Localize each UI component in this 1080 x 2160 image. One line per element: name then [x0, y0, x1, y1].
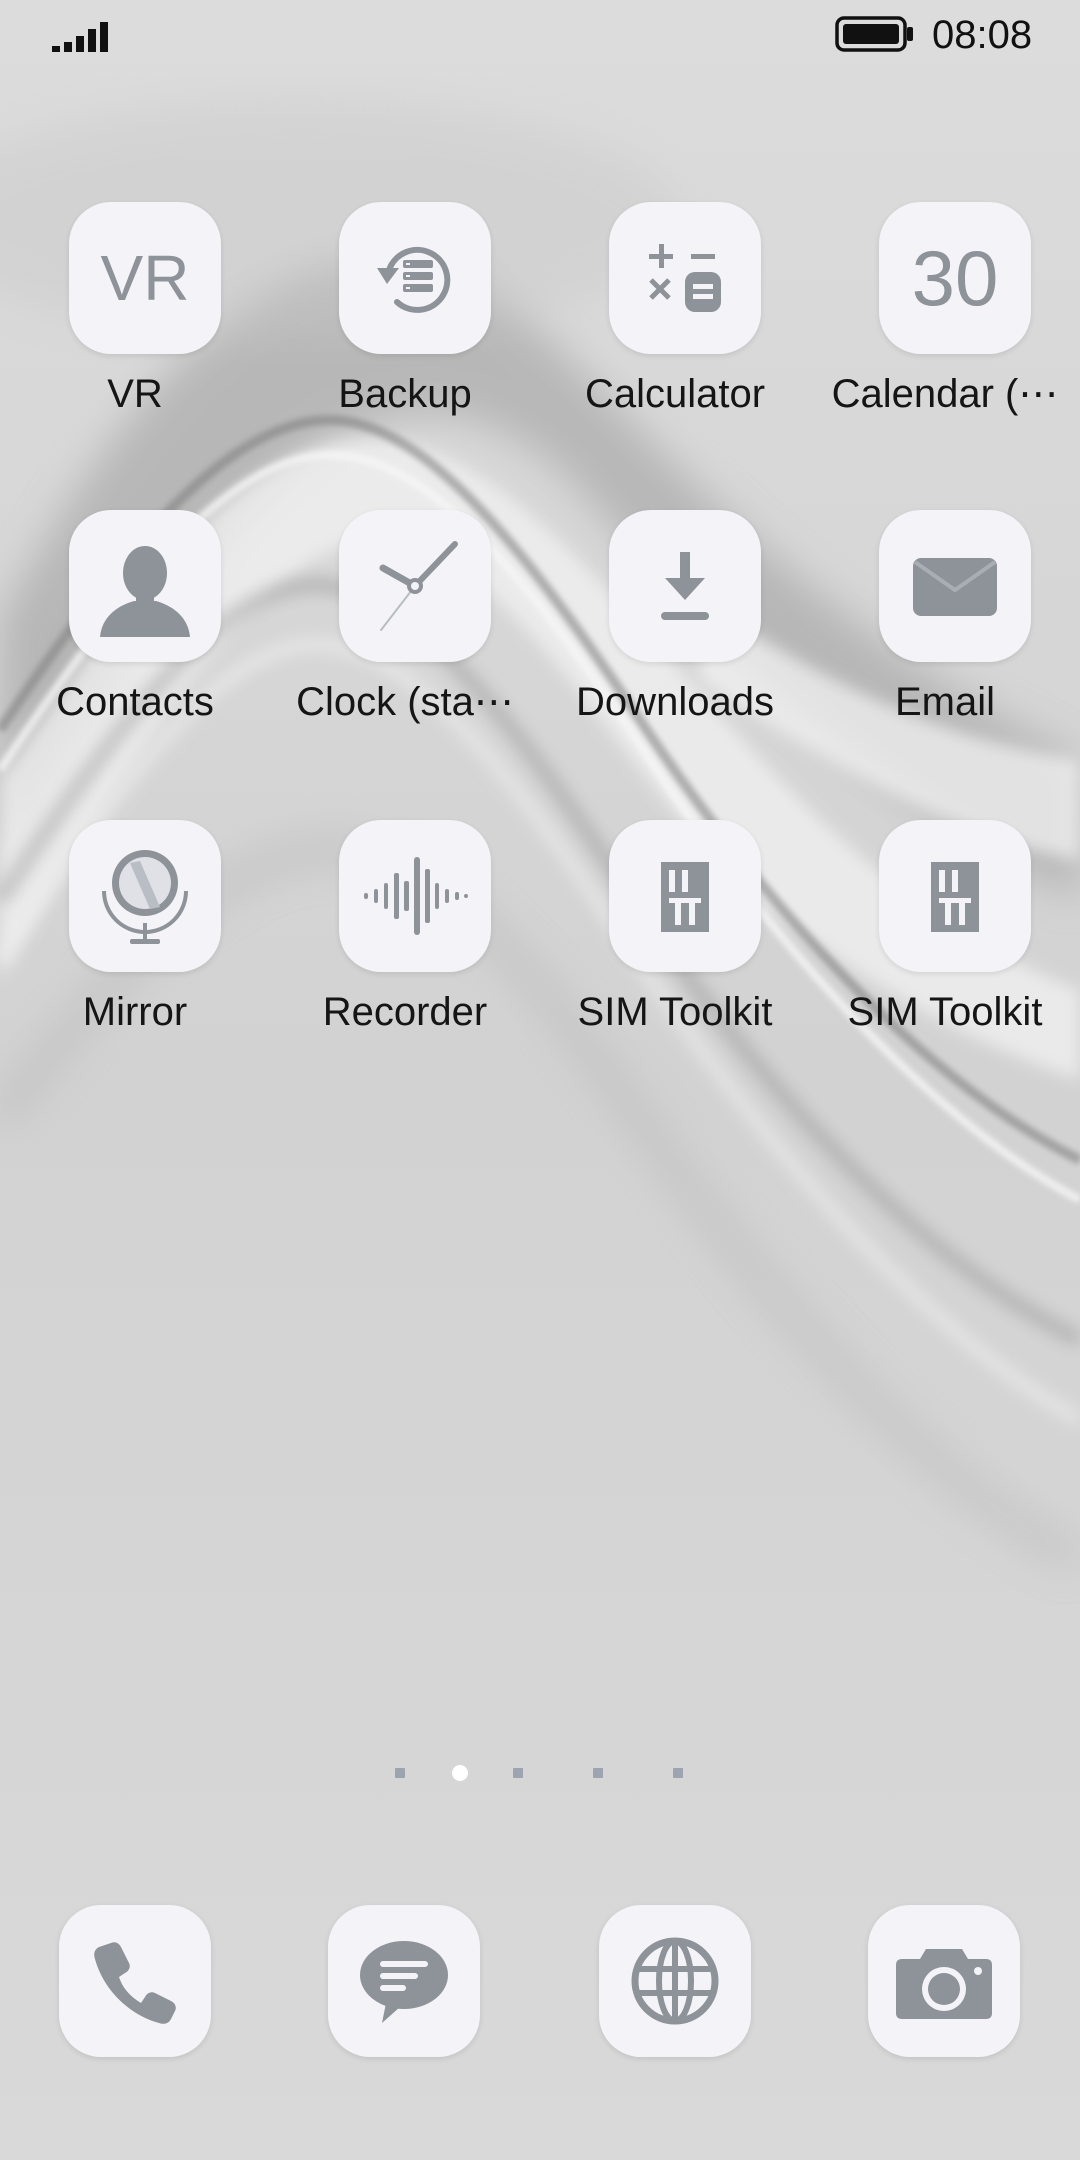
- calendar-date-text: 30: [911, 234, 999, 322]
- app-clock[interactable]: Clock (sta⋯: [280, 510, 530, 760]
- dock-messages[interactable]: [328, 1905, 480, 2057]
- dock-camera[interactable]: [868, 1905, 1020, 2057]
- page-dot-4[interactable]: [593, 1768, 603, 1778]
- browser-globe-icon: [631, 1937, 719, 2025]
- app-downloads[interactable]: Downloads: [550, 510, 800, 760]
- page-indicator[interactable]: [390, 1764, 690, 1784]
- sim-card-icon: [609, 820, 761, 972]
- app-label: VR: [107, 372, 163, 416]
- app-label: Mirror: [82, 990, 188, 1034]
- app-label: Calculator: [584, 372, 766, 416]
- app-label: Email: [894, 680, 996, 724]
- page-dot-3[interactable]: [513, 1768, 523, 1778]
- app-label: Contacts: [56, 680, 214, 724]
- status-bar: 08:08: [0, 0, 1080, 72]
- vr-text-icon: VR: [69, 202, 221, 354]
- app-email[interactable]: Email: [820, 510, 1070, 760]
- app-label: Recorder: [322, 990, 488, 1034]
- battery-full-icon: [835, 16, 913, 52]
- page-dot-2-current[interactable]: [452, 1765, 468, 1781]
- recorder-icon: [339, 820, 491, 972]
- app-label: SIM Toolkit: [847, 990, 1043, 1034]
- vr-icon-text: VR: [100, 242, 190, 314]
- app-calculator[interactable]: Calculator: [550, 202, 800, 452]
- mirror-icon: [69, 820, 221, 972]
- dock-browser[interactable]: [599, 1905, 751, 2057]
- app-sim-toolkit[interactable]: SIM Toolkit: [550, 820, 800, 1070]
- app-backup[interactable]: Backup: [280, 202, 530, 452]
- contacts-icon: [69, 510, 221, 662]
- status-time: 08:08: [932, 13, 1033, 57]
- backup-icon: [339, 202, 491, 354]
- email-icon: [879, 510, 1031, 662]
- clock-icon: [339, 510, 491, 662]
- calculator-icon: [609, 202, 761, 354]
- signal-bars-icon: [52, 22, 108, 52]
- download-icon: [609, 510, 761, 662]
- page-dot-1[interactable]: [395, 1768, 405, 1778]
- app-calendar[interactable]: 30 Calendar (⋯: [820, 202, 1070, 452]
- camera-icon: [896, 1949, 992, 2019]
- phone-icon: [94, 1942, 176, 2024]
- app-recorder[interactable]: Recorder: [280, 820, 530, 1070]
- app-vr[interactable]: VR VR: [10, 202, 260, 452]
- app-label: Clock (sta⋯: [296, 680, 514, 724]
- app-label: Backup: [338, 372, 472, 416]
- page-dot-5[interactable]: [673, 1768, 683, 1778]
- app-mirror[interactable]: Mirror: [10, 820, 260, 1070]
- app-label: Downloads: [576, 680, 774, 724]
- app-contacts[interactable]: Contacts: [10, 510, 260, 760]
- app-sim-toolkit-2[interactable]: SIM Toolkit: [820, 820, 1070, 1070]
- messages-icon: [360, 1941, 448, 2023]
- dock-phone[interactable]: [59, 1905, 211, 2057]
- app-label: Calendar (⋯: [831, 372, 1059, 416]
- sim-card-icon: [879, 820, 1031, 972]
- app-label: SIM Toolkit: [577, 990, 773, 1034]
- calendar-icon: 30: [879, 202, 1031, 354]
